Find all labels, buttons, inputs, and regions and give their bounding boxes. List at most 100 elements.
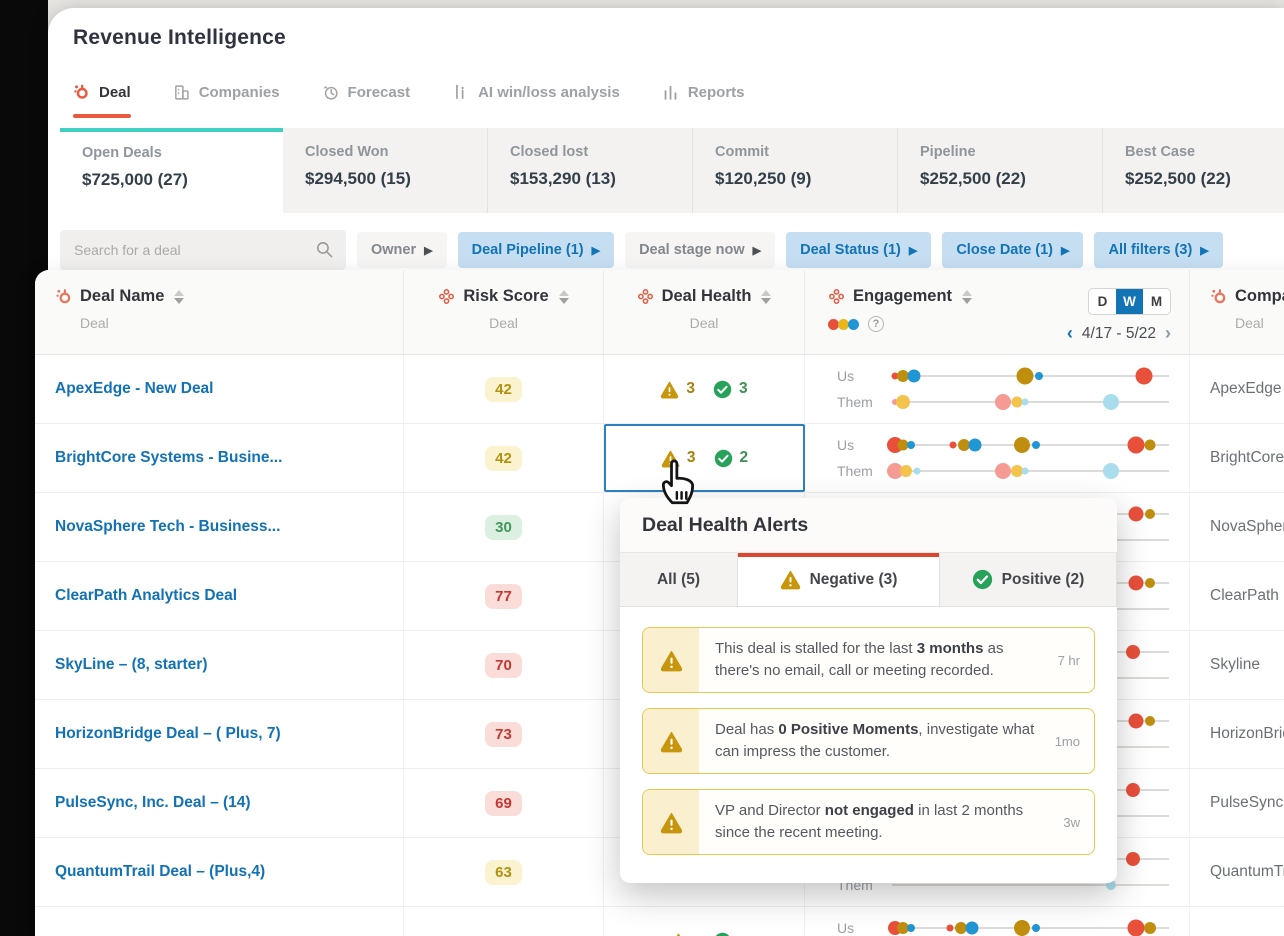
hand-cursor-icon [652,452,704,513]
deal-name-link[interactable]: BrightCore Systems - Busine... [55,449,282,467]
sort-icon[interactable] [761,289,772,304]
column-header-deal-name[interactable]: Deal Name Deal [35,270,404,354]
chevron-right-icon[interactable]: › [1165,323,1171,344]
stat-card-commit[interactable]: Commit $120,250 (9) [693,128,898,213]
stat-value: $252,500 (22) [1125,169,1231,188]
alert-timestamp: 7 hr [1057,652,1080,668]
warning-icon [660,811,683,834]
chevron-right-icon: ▶ [591,244,601,257]
pipeline-summary-bar: Open Deals $725,000 (27) Closed Won $294… [60,128,1284,213]
search-icon [315,240,334,259]
ai-winloss-icon [452,84,469,101]
filter-deal-stage[interactable]: Deal stage now ▶ [625,232,776,268]
help-icon[interactable]: ? [868,316,884,332]
sort-icon[interactable] [174,289,185,304]
chevron-left-icon[interactable]: ‹ [1067,323,1073,344]
deal-name-link[interactable]: SkyLine – (8, starter) [55,656,207,674]
engagement-cell[interactable]: Us Them [805,907,1190,936]
period-month-button[interactable]: M [1143,289,1170,314]
chevron-right-icon: ▶ [1061,244,1070,257]
check-icon [714,449,733,468]
alert-text: This deal is stalled for the last 3 mont… [715,640,1004,679]
tab-positive-alerts[interactable]: Positive (2) [940,553,1117,606]
column-header-deal-health[interactable]: Deal Health Deal [604,270,805,354]
stat-card-closed-won[interactable]: Closed Won $294,500 (15) [283,128,488,213]
reports-icon [662,84,679,101]
custom-score-icon [438,288,455,305]
search-input[interactable] [60,230,346,270]
period-day-button[interactable]: D [1089,289,1116,314]
company-name: BrightCore [1210,449,1284,466]
page-title: Revenue Intelligence [73,26,286,49]
alert-card[interactable]: Deal has 0 Positive Moments, investigate… [642,708,1095,774]
deal-health-cell[interactable]: 3 2 [604,424,805,492]
deal-name-link[interactable]: QuantumTrail Deal – (Plus,4) [55,863,265,881]
company-name: Skyline [1210,656,1260,673]
alert-card[interactable]: This deal is stalled for the last 3 mont… [642,627,1095,693]
popup-tabs: All (5) Negative (3) Positive (2) [620,553,1117,607]
filter-owner[interactable]: Owner ▶ [357,232,447,268]
deal-icon [73,84,90,101]
stat-card-closed-lost[interactable]: Closed lost $153,290 (13) [488,128,693,213]
stat-value: $153,290 (13) [510,169,616,188]
company-name: PulseSync [1210,794,1284,811]
tab-deal[interactable]: Deal [73,84,131,118]
alert-card[interactable]: VP and Director not engaged in last 2 mo… [642,789,1095,855]
chevron-right-icon: ▶ [1200,244,1209,257]
engagement-cell[interactable]: Us Them [805,355,1190,423]
risk-score-badge: 77 [485,583,522,609]
stat-value: $294,500 (15) [305,169,411,188]
risk-score-badge: 69 [485,790,522,816]
alert-stripe [643,709,699,773]
filter-close-date[interactable]: Close Date (1) ▶ [942,232,1084,268]
stat-card-pipeline[interactable]: Pipeline $252,500 (22) [898,128,1103,213]
deal-name-link[interactable]: NovaSphere Tech - Business... [55,518,280,536]
tab-negative-alerts[interactable]: Negative (3) [738,553,940,606]
deal-health-cell[interactable]: 3 3 [604,355,805,423]
company-name: HorizonBridge [1210,725,1284,742]
filter-deal-status[interactable]: Deal Status (1) ▶ [786,232,932,268]
engagement-legend: ? [828,316,972,332]
warning-icon [660,730,683,753]
deal-name-link[interactable]: ClearPath Analytics Deal [55,587,237,605]
tab-forecast[interactable]: Forecast [322,84,410,101]
deal-name-link[interactable]: ApexEdge - New Deal [55,380,214,398]
column-header-risk-score[interactable]: Risk Score Deal [404,270,604,354]
check-icon [972,569,993,590]
filter-deal-pipeline[interactable]: Deal Pipeline (1) ▶ [457,232,615,268]
column-header-company[interactable]: Company Deal [1190,270,1284,354]
stat-card-open-deals[interactable]: Open Deals $725,000 (27) [60,128,283,213]
column-header-engagement[interactable]: Engagement ? D W M ‹ 4/17 - 5/22 › [805,270,1190,354]
forecast-icon [322,84,339,101]
alert-stripe [643,628,699,692]
check-icon [713,380,732,399]
chevron-right-icon: ▶ [424,244,433,257]
stat-label: Closed lost [510,144,589,160]
legend-dot-blue [848,318,859,330]
tab-ai-winloss[interactable]: AI win/loss analysis [452,84,620,101]
deal-health-cell[interactable] [604,907,805,936]
alert-timestamp: 1mo [1054,733,1080,749]
deal-name-link[interactable]: PulseSync, Inc. Deal – (14) [55,794,251,812]
warning-icon [669,932,688,936]
risk-score-badge: 42 [485,445,522,471]
tab-reports[interactable]: Reports [662,84,745,101]
warning-icon [660,380,679,399]
tab-all-alerts[interactable]: All (5) [620,553,738,606]
period-toggle: D W M [1088,288,1171,315]
tab-label: AI win/loss analysis [478,84,620,101]
engagement-cell[interactable]: Us Them [805,424,1190,492]
popup-title: Deal Health Alerts [642,513,809,536]
tab-companies[interactable]: Companies [173,84,280,101]
period-week-button[interactable]: W [1116,289,1143,314]
sort-icon[interactable] [558,289,569,304]
sort-icon[interactable] [962,289,973,304]
alert-stripe [643,790,699,854]
deal-name-link[interactable]: HorizonBridge Deal – ( Plus, 7) [55,725,281,743]
stat-card-best-case[interactable]: Best Case $252,500 (22) [1103,128,1284,213]
stat-value: $120,250 (9) [715,169,812,188]
positive-alert-count: 2 [739,449,749,466]
filter-all-filters[interactable]: All filters (3) ▶ [1094,232,1223,268]
company-name: ClearPath [1210,587,1279,604]
risk-score-badge: 42 [485,376,522,402]
